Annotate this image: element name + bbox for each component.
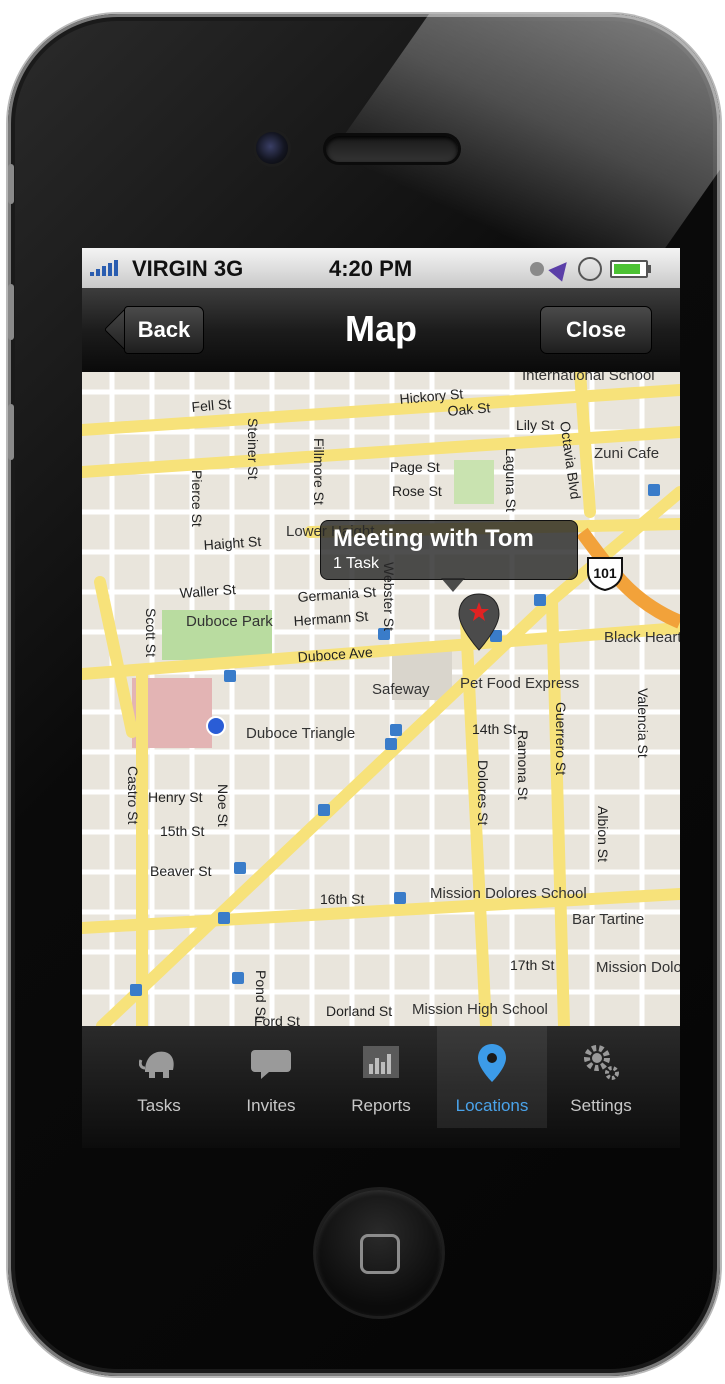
location-arrow-icon [548, 256, 574, 282]
signal-icon [90, 260, 118, 276]
street-label: Dorland St [326, 1003, 392, 1019]
front-camera [256, 132, 288, 164]
tab-settings[interactable]: Settings [546, 1026, 656, 1128]
tab-bar: Tasks Invites Reports Locations Settings [82, 1026, 680, 1148]
street-label: Dolores St [475, 760, 491, 825]
tab-label: Invites [246, 1096, 296, 1115]
callout-title: Meeting with Tom [333, 525, 534, 552]
mute-switch[interactable] [8, 164, 14, 204]
street-label: Albion St [595, 806, 611, 862]
street-label: Castro St [125, 766, 141, 824]
tab-label: Settings [570, 1096, 632, 1115]
highway-shield-101: 101 [587, 557, 623, 592]
place-label: Zuni Cafe [594, 445, 659, 462]
phone-screen: VIRGIN 3G 4:20 PM Back Map Close 101 Fel… [82, 248, 680, 1148]
street-label: Steiner St [245, 418, 261, 480]
tab-label: Tasks [137, 1096, 181, 1115]
status-bar: VIRGIN 3G 4:20 PM [82, 248, 680, 288]
chat-bubble-icon [251, 1050, 291, 1079]
street-label: Rose St [392, 483, 442, 499]
tab-label: Reports [351, 1096, 411, 1115]
street-label: Beaver St [150, 863, 212, 879]
elephant-icon [139, 1051, 174, 1078]
place-label: Mission Dolores [596, 959, 680, 976]
close-button-label: Close [566, 317, 626, 342]
place-label: Mission Dolores School [430, 885, 587, 902]
street-label: Laguna St [503, 448, 519, 512]
place-label: Duboce Triangle [246, 725, 355, 742]
status-time: 4:20 PM [329, 256, 413, 281]
map-view[interactable]: 101 Fell St Hickory St Oak St Lily St Oc… [82, 372, 680, 1026]
highway-shield-label: 101 [593, 565, 617, 581]
home-square-icon [360, 1234, 400, 1274]
small-park-area [454, 460, 494, 504]
tab-locations[interactable]: Locations [437, 1026, 547, 1128]
place-label: Duboce Park [186, 613, 273, 630]
place-label: International School [522, 372, 655, 384]
home-button[interactable] [316, 1190, 442, 1316]
place-label: Black Heart Tattoo [604, 629, 680, 646]
street-label: Henry St [148, 789, 203, 805]
callout-tail [441, 578, 465, 592]
tab-tasks[interactable]: Tasks [104, 1026, 214, 1128]
alarm-icon [530, 262, 544, 276]
gears-icon [584, 1045, 619, 1080]
tab-reports[interactable]: Reports [326, 1026, 436, 1128]
close-button[interactable]: Close [540, 306, 652, 354]
battery-icon [610, 260, 651, 278]
callout-subtitle: 1 Task [333, 555, 379, 572]
street-label: Ramona St [515, 730, 531, 800]
status-icons [530, 256, 651, 282]
place-label: Pet Food Express [460, 675, 579, 692]
place-label: Mission High School [412, 1001, 548, 1018]
street-label: Scott St [143, 608, 159, 657]
rotation-lock-icon [578, 257, 602, 281]
street-label: Valencia St [635, 688, 651, 758]
street-label: 17th St [510, 957, 554, 973]
street-label: Page St [390, 459, 440, 475]
street-label: Pierce St [189, 470, 205, 527]
street-label: Guerrero St [553, 702, 569, 775]
street-label: Fillmore St [311, 438, 327, 505]
street-label: Ford St [254, 1013, 300, 1026]
volume-down-button[interactable] [8, 404, 14, 460]
place-label: Bar Tartine [572, 911, 644, 928]
current-location-marker[interactable] [206, 716, 226, 736]
bar-chart-icon [363, 1046, 399, 1078]
navigation-bar: Back Map Close [82, 288, 680, 372]
place-label: Safeway [372, 681, 430, 698]
map-callout[interactable]: Meeting with Tom 1 Task [320, 520, 578, 592]
street-label: 15th St [160, 823, 204, 839]
carrier-name: VIRGIN 3G [132, 256, 244, 281]
tab-invites[interactable]: Invites [216, 1026, 326, 1128]
street-label: 16th St [320, 891, 364, 907]
street-label: Noe St [215, 784, 231, 827]
screen-glare [246, 14, 720, 274]
volume-up-button[interactable] [8, 284, 14, 340]
earpiece-speaker [326, 136, 458, 162]
map-canvas[interactable]: 101 Fell St Hickory St Oak St Lily St Oc… [82, 372, 680, 1026]
street-label: Lily St [516, 417, 554, 433]
map-pin-icon [478, 1044, 506, 1082]
tab-label: Locations [455, 1096, 529, 1115]
street-label: 14th St [472, 721, 516, 737]
